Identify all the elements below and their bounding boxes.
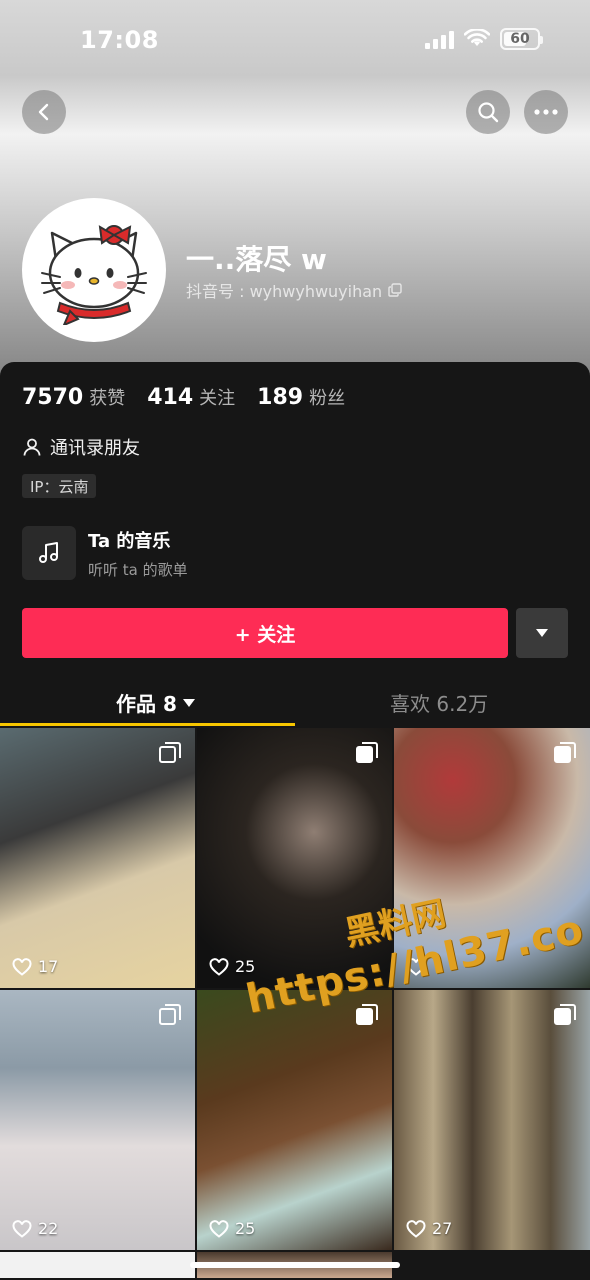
tab-works[interactable]: 作品 8 [116, 688, 195, 717]
multi-image-icon [554, 742, 576, 763]
heart-icon [406, 958, 426, 976]
active-tab-underline [0, 723, 295, 726]
heart-icon [209, 1219, 229, 1238]
more-button[interactable] [524, 90, 568, 134]
stat-following[interactable]: 414 关注 [147, 384, 235, 410]
copy-icon[interactable] [388, 283, 402, 297]
post-thumbnail[interactable] [394, 728, 590, 988]
more-icon [534, 109, 558, 115]
music-subtitle: 听听 ta 的歌单 [88, 560, 188, 579]
empty-cell [394, 1252, 590, 1278]
profile-stats: 7570 获赞 414 关注 189 粉丝 [22, 384, 345, 410]
multi-image-icon [356, 742, 378, 763]
search-button[interactable] [466, 90, 510, 134]
post-thumbnail[interactable]: 22 [0, 990, 195, 1250]
douyin-id-text: 抖音号 : wyhwyhwuyihan [186, 282, 383, 301]
posts-grid: 17 25 22 25 27 [0, 728, 590, 1278]
avatar[interactable] [22, 198, 166, 342]
battery-icon: 60 [500, 28, 543, 50]
post-likes [406, 958, 432, 976]
heart-icon [209, 957, 229, 976]
post-thumbnail[interactable] [0, 1252, 195, 1278]
username: 一..落尽 w [186, 243, 327, 276]
hello-kitty-avatar-icon [41, 225, 147, 325]
ip-location-tag: IP：云南 [22, 474, 97, 498]
post-thumbnail[interactable]: 17 [0, 728, 195, 988]
profile-tabs: 作品 8 喜欢 6.2万 [0, 680, 590, 728]
heart-icon [12, 1219, 32, 1238]
signal-icon [425, 29, 454, 49]
post-likes: 22 [12, 1219, 58, 1238]
post-likes: 27 [406, 1219, 452, 1238]
post-likes: 25 [209, 957, 255, 976]
multi-image-icon [554, 1004, 576, 1025]
music-title: Ta 的音乐 [88, 530, 171, 552]
multi-image-icon [159, 742, 181, 763]
stat-likes[interactable]: 7570 获赞 [22, 384, 125, 410]
recommend-dropdown-button[interactable] [516, 608, 568, 658]
caret-down-icon [536, 629, 548, 637]
caret-down-icon [182, 698, 195, 707]
wifi-icon [464, 29, 490, 46]
tab-likes[interactable]: 喜欢 6.2万 [390, 688, 488, 717]
person-icon [23, 438, 41, 456]
stat-followers[interactable]: 189 粉丝 [257, 384, 345, 410]
battery-level: 60 [510, 31, 530, 47]
follow-button[interactable]: + 关注 [22, 608, 508, 658]
contacts-label: 通讯录朋友 [50, 438, 140, 459]
multi-image-icon [356, 1004, 378, 1025]
music-entry[interactable]: Ta 的音乐 听听 ta 的歌单 [22, 526, 188, 580]
music-note-icon [22, 526, 76, 580]
profile-panel: 7570 获赞 414 关注 189 粉丝 通讯录朋友 IP：云南 Ta 的音乐… [0, 362, 590, 1280]
back-button[interactable] [22, 90, 66, 134]
status-time: 17:08 [80, 26, 159, 54]
contacts-friends[interactable]: 通讯录朋友 [22, 434, 140, 460]
search-icon [478, 102, 499, 123]
heart-icon [406, 1219, 426, 1238]
multi-image-icon [159, 1004, 181, 1025]
post-thumbnail[interactable]: 25 [197, 990, 392, 1250]
post-thumbnail[interactable]: 25 [197, 728, 392, 988]
status-icons: 60 [425, 28, 543, 50]
post-likes: 25 [209, 1219, 255, 1238]
douyin-id: 抖音号 : wyhwyhwuyihan [186, 278, 402, 302]
home-indicator[interactable] [190, 1262, 400, 1268]
post-likes: 17 [12, 957, 58, 976]
chevron-left-icon [38, 103, 49, 121]
heart-icon [12, 957, 32, 976]
post-thumbnail[interactable]: 27 [394, 990, 590, 1250]
status-bar: 17:08 60 [0, 0, 590, 80]
